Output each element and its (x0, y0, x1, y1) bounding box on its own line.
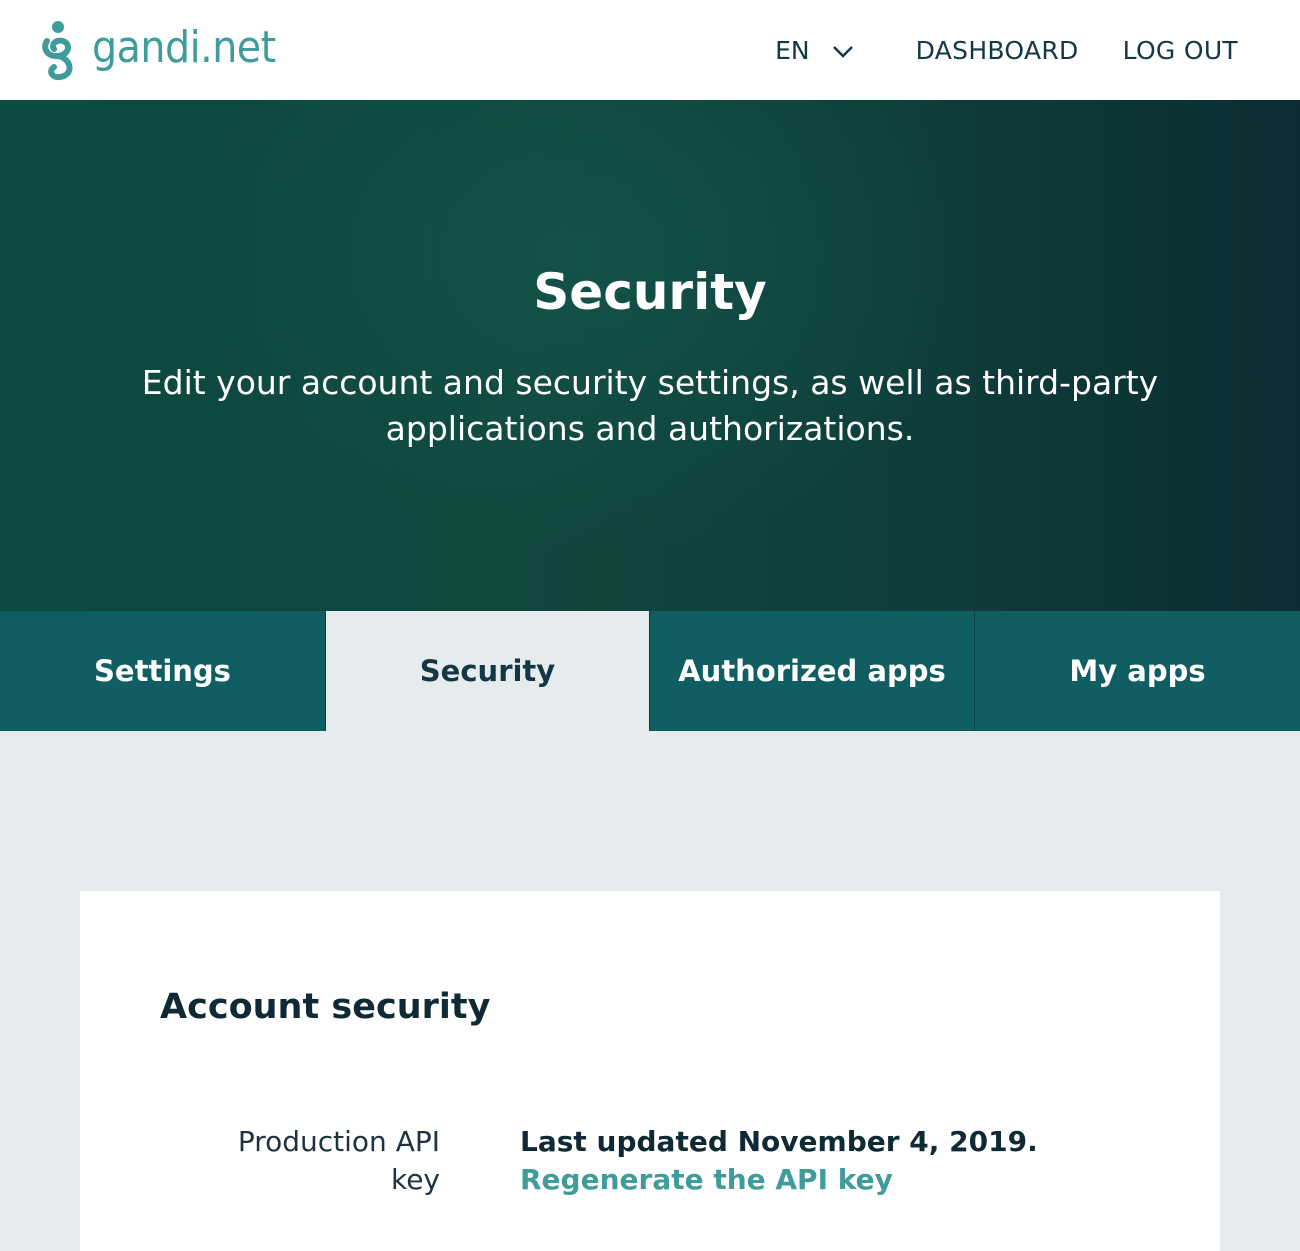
account-security-card: Account security Production API key Last… (80, 891, 1220, 1251)
regenerate-api-key-link[interactable]: Regenerate the API key (520, 1161, 1038, 1199)
tab-authorized-apps[interactable]: Authorized apps (649, 611, 975, 731)
tab-my-apps[interactable]: My apps (975, 611, 1300, 731)
api-key-last-updated: Last updated November 4, 2019. (520, 1125, 1038, 1158)
dashboard-link[interactable]: DASHBOARD (916, 36, 1079, 65)
page-title: Security (533, 263, 767, 321)
tab-settings[interactable]: Settings (0, 611, 326, 731)
language-selector[interactable]: EN (775, 36, 854, 65)
gandi-logo-icon (38, 19, 78, 81)
chevron-down-icon (810, 36, 854, 65)
page-subtitle: Edit your account and security settings,… (141, 363, 1159, 448)
header-nav: EN DASHBOARD LOG OUT (775, 0, 1238, 100)
section-tabs: Settings Security Authorized apps My app… (0, 611, 1300, 731)
logout-link[interactable]: LOG OUT (1123, 36, 1238, 65)
tab-security[interactable]: Security (326, 611, 649, 731)
hero-banner: Security Edit your account and security … (0, 100, 1300, 611)
api-key-value: Last updated November 4, 2019. Regenerat… (520, 1123, 1038, 1199)
api-key-label: Production API key (237, 1125, 440, 1196)
top-navigation-bar: gandi.net EN DASHBOARD LOG OUT (0, 0, 1300, 100)
language-label: EN (775, 35, 810, 65)
section-title: Account security (160, 987, 491, 1027)
logo-text: gandi.net (92, 22, 276, 73)
gandi-logo[interactable]: gandi.net (38, 18, 276, 82)
